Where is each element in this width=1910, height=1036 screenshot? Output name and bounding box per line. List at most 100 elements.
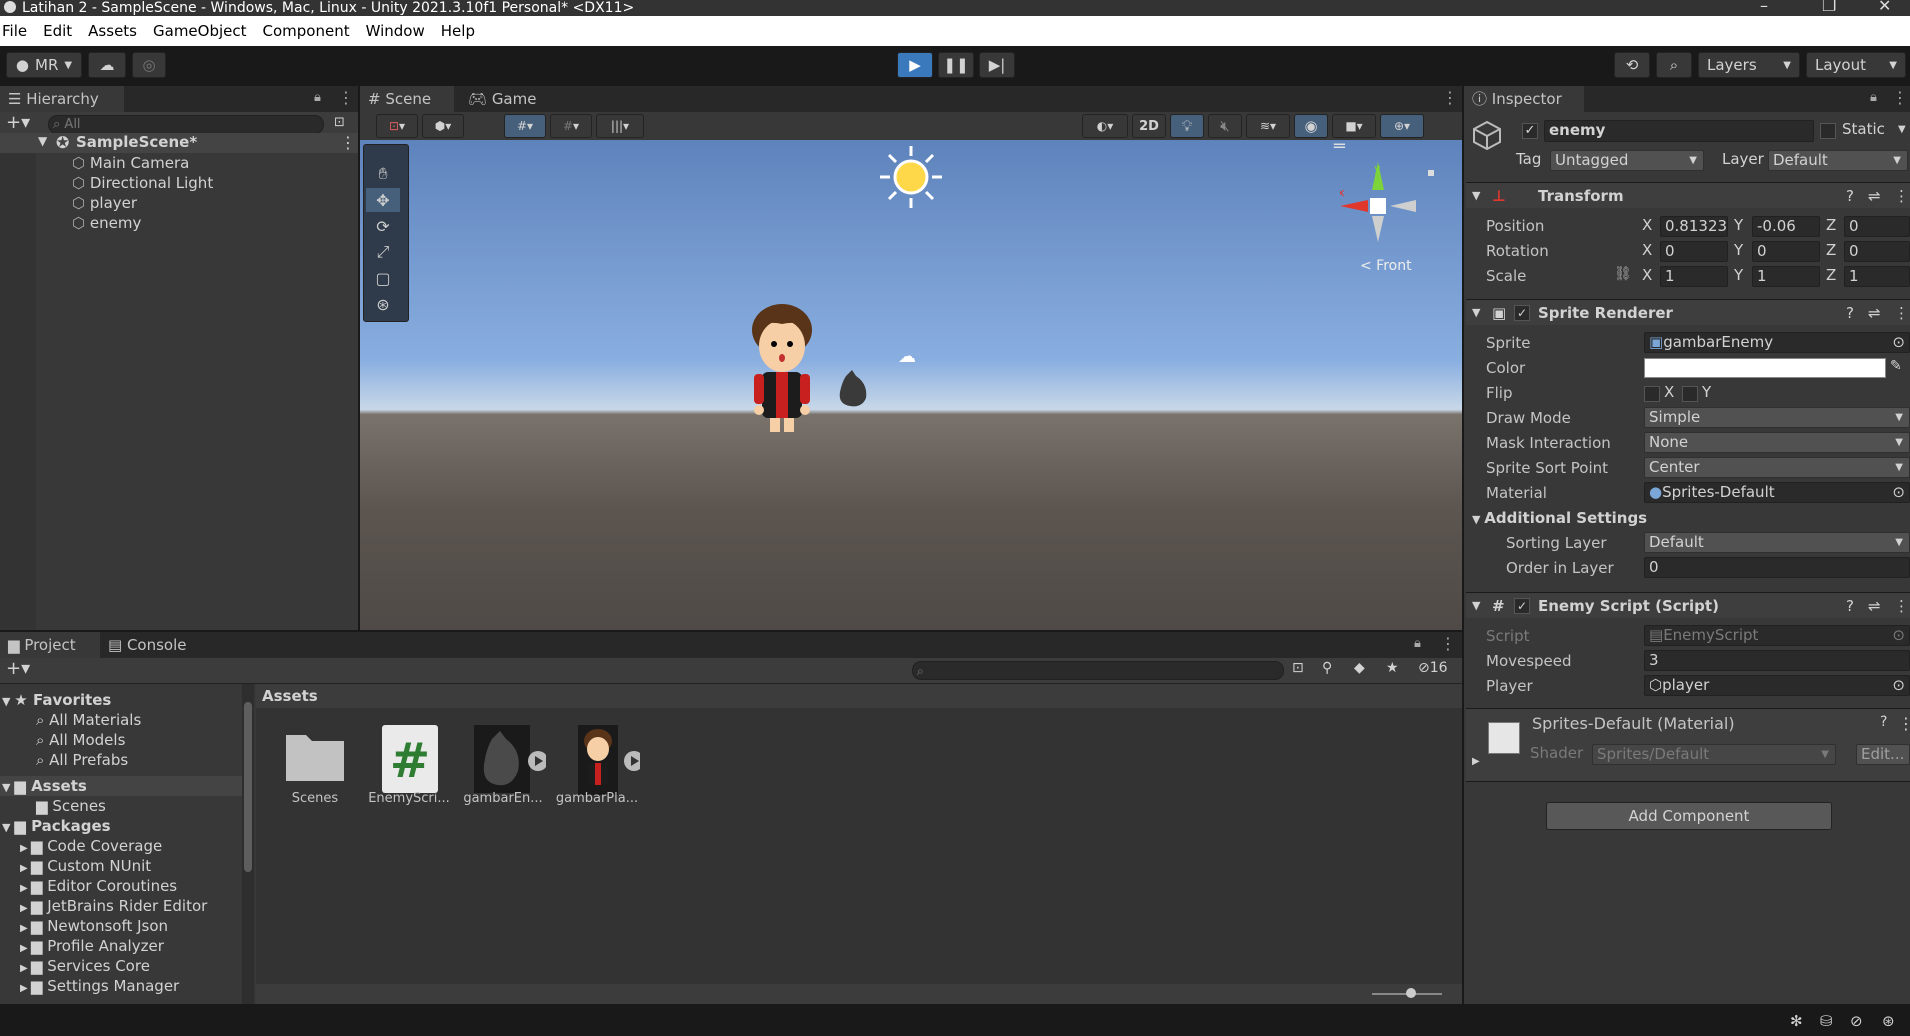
- package-item[interactable]: ▶ ▆ Profile Analyzer: [20, 936, 164, 956]
- shading-dropdown[interactable]: ◐ ▾: [1082, 114, 1128, 138]
- material-field[interactable]: ●Sprites-Default ⊙: [1644, 482, 1910, 503]
- favorite-star-icon[interactable]: ★: [1386, 660, 1399, 676]
- cloud-button[interactable]: ☁: [88, 52, 126, 78]
- hierarchy-item-enemy[interactable]: ⬡ enemy: [72, 213, 141, 233]
- shader-dropdown[interactable]: Sprites/Default ▼: [1592, 744, 1836, 765]
- enabled-checkbox[interactable]: ✓: [1514, 305, 1530, 321]
- step-button[interactable]: ▶|: [979, 52, 1015, 78]
- player-field[interactable]: ⬡player ⊙: [1644, 675, 1910, 696]
- packages-header[interactable]: ▼ ▆ Packages: [2, 816, 111, 836]
- transform-header[interactable]: ▼ ⊥ Transform ? ⇌ ⋮: [1466, 182, 1910, 208]
- tab-game[interactable]: 🎮︎ Game: [460, 86, 540, 112]
- menu-assets[interactable]: Assets: [88, 22, 137, 40]
- rotation-z-field[interactable]: 0: [1844, 241, 1910, 262]
- tab-project[interactable]: ▆ Project: [0, 632, 100, 658]
- position-x-field[interactable]: 0.81323: [1660, 216, 1728, 237]
- view-options-dropdown[interactable]: ⬢ ▾: [422, 114, 464, 138]
- add-component-button[interactable]: Add Component: [1546, 802, 1832, 830]
- sprite-renderer-header[interactable]: ▼ ▣ ✓ Sprite Renderer ? ⇌ ⋮: [1466, 299, 1910, 325]
- object-name-input[interactable]: enemy: [1544, 120, 1814, 142]
- scene-row[interactable]: ▼ ✪ SampleScene* ⋮: [0, 133, 358, 153]
- lock-icon[interactable]: 🔒︎: [1414, 636, 1421, 651]
- menu-help[interactable]: Help: [441, 22, 475, 40]
- pause-button[interactable]: ❚❚: [938, 52, 974, 78]
- collab-button[interactable]: ◎: [132, 52, 166, 78]
- package-item[interactable]: ▶ ▆ Services Core: [20, 956, 150, 976]
- audio-toggle[interactable]: 🔇︎: [1208, 114, 1242, 138]
- preset-icon[interactable]: ⇌: [1868, 300, 1881, 326]
- layers-dropdown[interactable]: Layers ▼: [1698, 52, 1800, 78]
- flip-y-checkbox[interactable]: [1682, 386, 1698, 402]
- object-picker-icon[interactable]: ⊙: [1892, 483, 1905, 502]
- tab-inspector[interactable]: ⓘ Inspector: [1464, 86, 1584, 112]
- camera-dropdown[interactable]: ■ ▾: [1332, 114, 1376, 138]
- eyedropper-icon[interactable]: ✎: [1890, 358, 1902, 374]
- toggle-2d-button[interactable]: 2D: [1132, 114, 1166, 138]
- sprite-field[interactable]: ▣gambarEnemy ⊙: [1644, 332, 1910, 353]
- hierarchy-item-main-camera[interactable]: ⬡ Main Camera: [72, 153, 189, 173]
- sprite-sort-point-dropdown[interactable]: Center ▼: [1644, 457, 1910, 478]
- menu-component[interactable]: Component: [263, 22, 350, 40]
- play-button[interactable]: ▶: [897, 52, 933, 78]
- breadcrumb[interactable]: Assets: [256, 684, 1462, 708]
- preset-icon[interactable]: ⇌: [1868, 183, 1881, 209]
- more-menu-icon[interactable]: ⋮: [1440, 634, 1456, 653]
- orientation-gizmo[interactable]: y x: [1340, 158, 1440, 248]
- hierarchy-search-input[interactable]: ⌕ All: [48, 115, 324, 134]
- scale-y-field[interactable]: 1: [1752, 266, 1820, 287]
- package-item[interactable]: ▶ ▆ Editor Coroutines: [20, 876, 177, 896]
- lock-icon[interactable]: 🔒︎: [1870, 90, 1877, 105]
- more-menu-icon[interactable]: ⋮: [340, 133, 356, 152]
- favorite-item[interactable]: ⌕ All Models: [36, 730, 125, 750]
- mask-interaction-dropdown[interactable]: None ▼: [1644, 432, 1910, 453]
- label-icon[interactable]: ◆: [1354, 660, 1365, 676]
- account-dropdown[interactable]: ● MR ▼: [6, 52, 82, 78]
- minimize-icon[interactable]: –: [1760, 0, 1768, 14]
- lighting-toggle[interactable]: 💡︎: [1170, 114, 1204, 138]
- scale-z-field[interactable]: 1: [1844, 266, 1910, 287]
- static-checkbox[interactable]: [1820, 123, 1836, 139]
- expand-arrow-icon[interactable]: ▶: [1472, 756, 1480, 767]
- enabled-checkbox[interactable]: ✓: [1514, 598, 1530, 614]
- add-icon[interactable]: +▾: [6, 658, 30, 679]
- scale-x-field[interactable]: 1: [1660, 266, 1728, 287]
- additional-settings-foldout[interactable]: ▼ Additional Settings: [1472, 507, 1647, 529]
- cache-server-icon[interactable]: ⛁: [1820, 1012, 1833, 1030]
- menu-edit[interactable]: Edit: [43, 22, 72, 40]
- menu-gameobject[interactable]: GameObject: [153, 22, 247, 40]
- search-button[interactable]: ⌕: [1656, 52, 1692, 78]
- object-picker-icon[interactable]: ⊙: [1892, 333, 1905, 352]
- package-item[interactable]: ▶ ▆ Settings Manager: [20, 976, 179, 996]
- preset-icon[interactable]: ⇌: [1868, 593, 1881, 619]
- layout-dropdown[interactable]: Layout ▼: [1806, 52, 1906, 78]
- increment-snap-dropdown[interactable]: ||| ▾: [596, 114, 644, 138]
- rect-tool-button[interactable]: ▢: [366, 266, 400, 290]
- scene-visibility-icon[interactable]: ⊡: [334, 115, 345, 130]
- position-z-field[interactable]: 0: [1844, 216, 1910, 237]
- layer-dropdown[interactable]: Default ▼: [1768, 150, 1908, 171]
- sorting-layer-dropdown[interactable]: Default ▼: [1644, 532, 1910, 553]
- package-item[interactable]: ▶ ▆ Code Coverage: [20, 836, 162, 856]
- grid-snap-dropdown[interactable]: # ▾: [504, 114, 546, 138]
- slider-thumb[interactable]: [1406, 988, 1416, 998]
- restore-icon[interactable]: ❐: [1822, 0, 1836, 14]
- gizmo-view-label[interactable]: < Front: [1360, 258, 1412, 274]
- enemy-sprite[interactable]: [836, 370, 870, 408]
- object-picker-icon[interactable]: ⊙: [1892, 676, 1905, 695]
- more-menu-icon[interactable]: ⋮: [1442, 88, 1458, 107]
- movespeed-field[interactable]: 3: [1644, 650, 1910, 671]
- help-icon[interactable]: ?: [1846, 183, 1854, 209]
- color-swatch[interactable]: [1644, 358, 1886, 378]
- rotation-y-field[interactable]: 0: [1752, 241, 1820, 262]
- draw-mode-dropdown[interactable]: ⊡ ▾: [376, 114, 418, 138]
- zoom-slider[interactable]: [256, 984, 1462, 1004]
- more-menu-icon[interactable]: ⋮: [1892, 88, 1908, 107]
- project-search-input[interactable]: ⌕: [912, 661, 1284, 680]
- filter-type-icon[interactable]: ⚲: [1322, 660, 1332, 676]
- package-item[interactable]: ▶ ▆ JetBrains Rider Editor: [20, 896, 207, 916]
- project-tree-scrollbar[interactable]: [242, 684, 254, 1004]
- asset-script-enemyscript[interactable]: # EnemyScri...: [366, 725, 452, 806]
- menu-window[interactable]: Window: [366, 22, 425, 40]
- folder-item[interactable]: ▆ Scenes: [36, 796, 106, 816]
- shader-edit-button[interactable]: Edit...: [1856, 744, 1910, 765]
